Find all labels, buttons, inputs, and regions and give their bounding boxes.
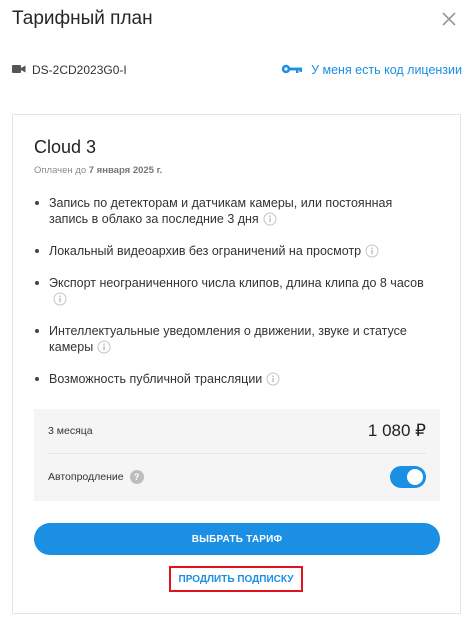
license-code-link[interactable]: У меня есть код лицензии: [281, 60, 462, 80]
feature-item: Возможность публичной трансляции: [34, 371, 434, 387]
plan-name: Cloud 3: [34, 137, 97, 157]
paid-until: Оплачен до 7 января 2025 г.: [34, 165, 162, 176]
info-icon[interactable]: [263, 212, 277, 226]
feature-item: Экспорт неограниченного числа клипов, дл…: [34, 275, 434, 307]
info-icon[interactable]: [266, 372, 280, 386]
help-icon[interactable]: ?: [129, 470, 144, 484]
pricing-panel: 3 месяца 1 080 ₽ Автопродление ?: [34, 409, 440, 501]
price: 1 080 ₽: [367, 421, 426, 440]
autorenew-row: Автопродление ?: [48, 454, 426, 500]
info-icon[interactable]: [53, 292, 67, 306]
dialog-title: Тарифный план: [12, 8, 153, 29]
feature-item: Интеллектуальные уведомления о движении,…: [34, 323, 434, 355]
price-row: 3 месяца 1 080 ₽: [48, 409, 426, 454]
feature-text: Экспорт неограниченного числа клипов, дл…: [49, 276, 424, 290]
autorenew-label-wrap: Автопродление ?: [48, 470, 144, 484]
plan-card: Cloud 3 Оплачен до 7 января 2025 г. Запи…: [12, 114, 461, 614]
license-code-label[interactable]: У меня есть код лицензии: [311, 63, 462, 77]
device-info: DS-2CD2023G0-I: [12, 61, 127, 79]
camera-icon: [12, 63, 26, 77]
feature-text: Локальный видеоархив без ограничений на …: [49, 244, 362, 258]
paid-until-date: 7 января 2025 г.: [88, 165, 163, 176]
info-icon[interactable]: [365, 244, 379, 258]
info-icon[interactable]: [97, 340, 111, 354]
feature-text: Запись по детекторам и датчикам камеры, …: [49, 196, 393, 226]
billing-period: 3 месяца: [48, 425, 93, 437]
toggle-knob: [407, 469, 423, 485]
feature-item: Запись по детекторам и датчикам камеры, …: [34, 195, 434, 227]
feature-item: Локальный видеоархив без ограничений на …: [34, 243, 434, 259]
key-icon: [281, 63, 303, 78]
autorenew-toggle[interactable]: [390, 466, 426, 488]
paid-until-prefix: Оплачен до: [34, 165, 89, 176]
device-name: DS-2CD2023G0-I: [32, 63, 127, 77]
autorenew-label: Автопродление: [48, 471, 124, 483]
feature-text: Возможность публичной трансляции: [49, 372, 263, 386]
feature-list: Запись по детекторам и датчикам камеры, …: [34, 195, 434, 403]
extend-subscription-button[interactable]: ПРОДЛИТЬ ПОДПИСКУ: [169, 566, 303, 592]
choose-plan-button[interactable]: ВЫБРАТЬ ТАРИФ: [34, 523, 440, 555]
close-icon[interactable]: [438, 8, 460, 30]
